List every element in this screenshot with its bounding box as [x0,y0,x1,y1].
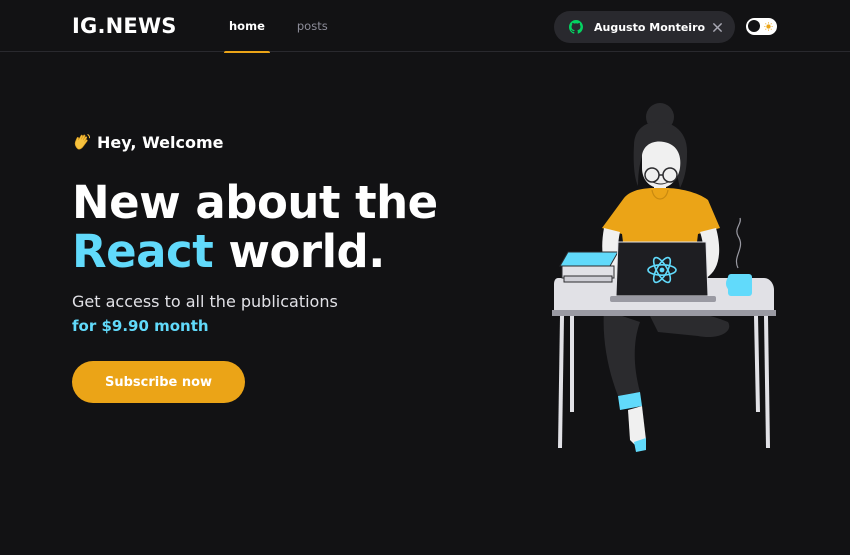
logo[interactable]: IG.NEWS [72,14,177,38]
waving-hand-icon [72,132,92,152]
nav-home[interactable]: home [224,0,270,53]
sun-icon [764,22,773,31]
headline-accent: React [72,225,214,278]
subtext: Get access to all the publications [72,292,338,311]
welcome-greeting: Hey, Welcome [72,132,224,152]
headline: New about the React world. [72,178,438,276]
user-name: Augusto Monteiro [594,20,706,34]
price: for $9.90 month [72,317,209,335]
nav-posts[interactable]: posts [292,0,333,52]
headline-rest: world. [228,225,385,278]
github-icon [569,20,583,34]
header: IG.NEWS home posts Augusto Monteiro [0,0,850,53]
theme-toggle[interactable] [746,18,777,35]
close-icon[interactable] [712,22,723,33]
toggle-knob [748,20,760,32]
user-sign-in-button[interactable]: Augusto Monteiro [554,11,735,43]
subscribe-button[interactable]: Subscribe now [72,361,245,403]
woman-with-laptop-illustration [552,103,776,452]
main-nav: home posts [224,0,355,53]
welcome-text: Hey, Welcome [97,132,224,152]
headline-line-1: New about the [72,176,438,229]
